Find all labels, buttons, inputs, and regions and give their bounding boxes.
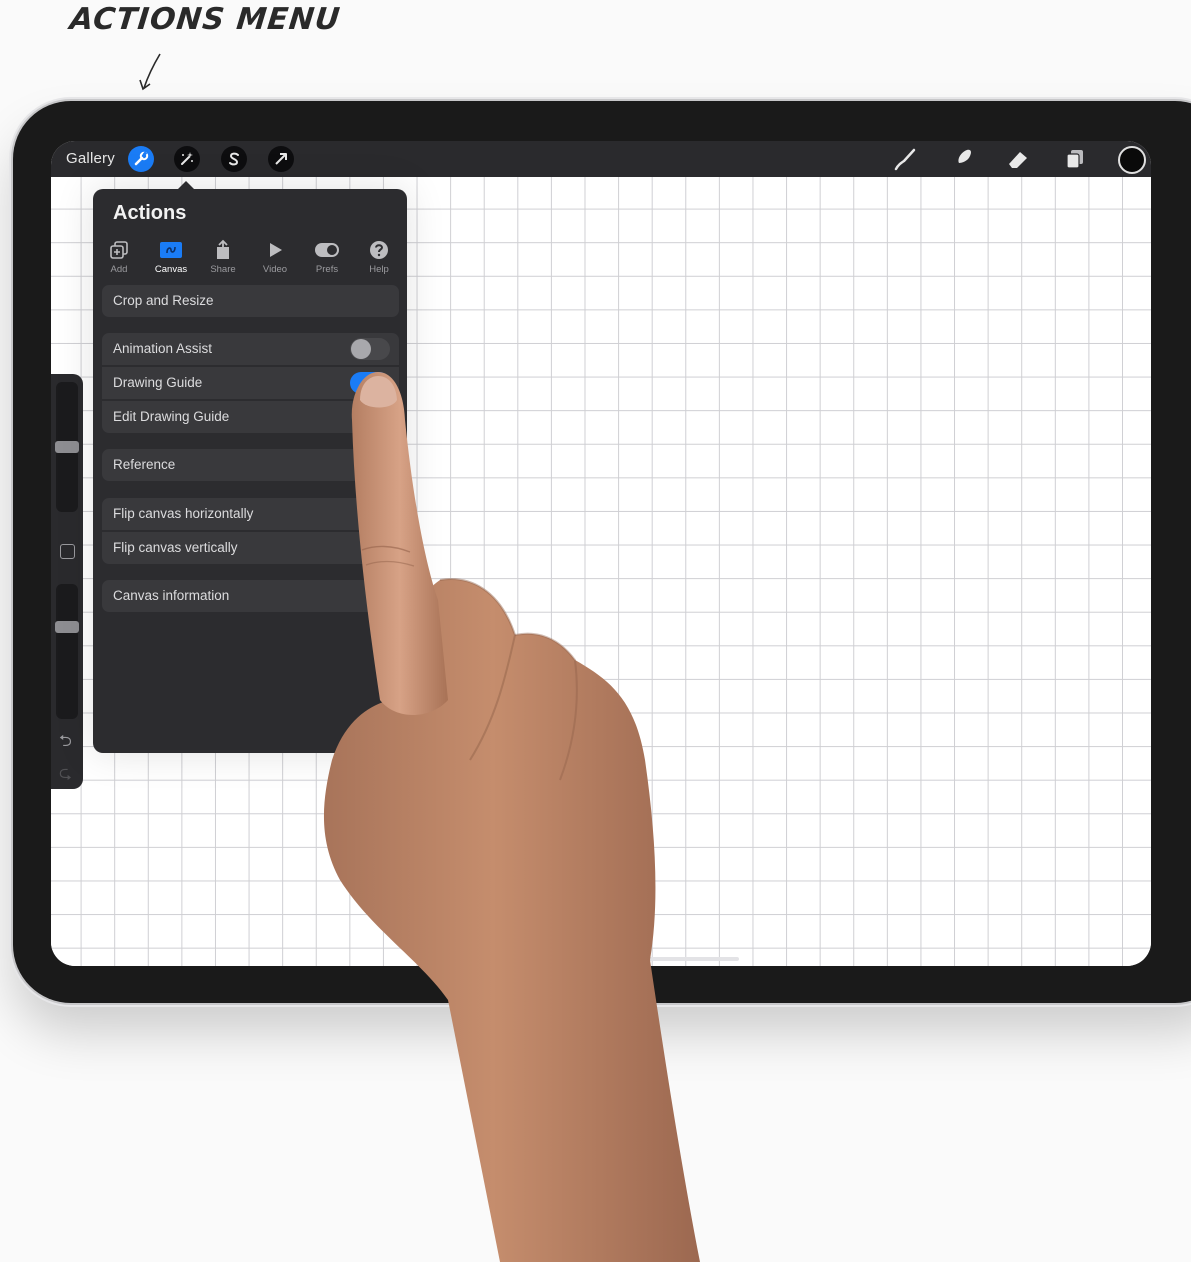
flip-horizontal-item[interactable]: Flip canvas horizontally [102, 498, 399, 530]
actions-panel: Actions Add Canvas Share Video Prefs Hel… [93, 181, 407, 753]
brush-size-thumb[interactable] [55, 441, 79, 453]
edit-drawing-guide-item[interactable]: Edit Drawing Guide [102, 401, 399, 433]
tab-add[interactable]: Add [93, 239, 145, 275]
color-swatch[interactable] [1118, 146, 1146, 174]
home-indicator [639, 957, 739, 961]
help-icon [370, 241, 388, 259]
layers-icon[interactable] [1061, 145, 1089, 173]
callout-arrow-icon [139, 53, 161, 91]
drawing-guide-toggle[interactable] [350, 372, 390, 394]
top-toolbar: Gallery [51, 141, 1151, 177]
crop-and-resize-item[interactable]: Crop and Resize [102, 285, 399, 317]
actions-menu-callout: ACTIONS MENU [68, 2, 343, 37]
left-sidebar: ⮌ ⮎ [51, 374, 83, 789]
screen: Gallery ⮌ ⮎ Actions Add Canvas Share Vid… [51, 141, 1151, 966]
undo-icon[interactable]: ⮌ [59, 730, 72, 757]
eraser-icon[interactable] [1004, 145, 1032, 173]
drawing-guide-label: Drawing Guide [113, 375, 203, 390]
actions-tabs: Add Canvas Share Video Prefs Help [93, 239, 407, 279]
animation-assist-item[interactable]: Animation Assist [102, 333, 399, 365]
brush-size-slider[interactable] [55, 382, 79, 512]
brush-icon[interactable] [891, 145, 919, 173]
tab-canvas[interactable]: Canvas [145, 239, 197, 275]
toggle-knob [369, 373, 389, 393]
panel-pointer [177, 181, 195, 190]
tab-help[interactable]: Help [353, 239, 405, 275]
animation-assist-label: Animation Assist [113, 341, 213, 356]
panel-title: Actions [113, 202, 187, 224]
transform-arrow-icon[interactable] [268, 146, 294, 172]
toggle-icon [315, 243, 339, 257]
magic-wand-icon[interactable] [174, 146, 200, 172]
share-icon [217, 239, 229, 259]
play-icon [270, 243, 282, 257]
toggle-knob [351, 339, 371, 359]
tab-prefs[interactable]: Prefs [301, 239, 353, 275]
opacity-slider[interactable] [55, 584, 79, 719]
tab-share[interactable]: Share [197, 239, 249, 275]
redo-icon[interactable]: ⮎ [59, 762, 72, 789]
animation-assist-toggle[interactable] [350, 338, 390, 360]
opacity-thumb[interactable] [55, 621, 79, 633]
canvas-information-item[interactable]: Canvas information [102, 580, 399, 612]
smudge-icon[interactable] [948, 145, 976, 173]
flip-vertical-item[interactable]: Flip canvas vertically [102, 532, 399, 564]
tab-video[interactable]: Video [249, 239, 301, 275]
selection-s-icon[interactable] [221, 146, 247, 172]
canvas-icon [160, 242, 182, 258]
reference-item[interactable]: Reference [102, 449, 399, 481]
drawing-guide-item[interactable]: Drawing Guide [102, 367, 399, 399]
add-icon [110, 241, 128, 259]
wrench-icon[interactable] [128, 146, 154, 172]
modify-button[interactable] [60, 544, 75, 559]
gallery-button[interactable]: Gallery [66, 150, 115, 167]
